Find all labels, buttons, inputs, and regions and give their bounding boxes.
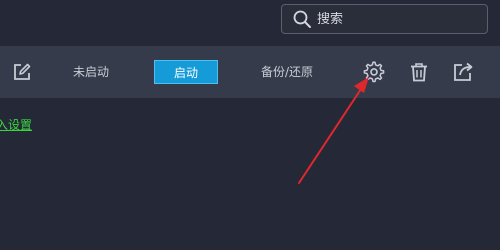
trash-icon[interactable] — [407, 60, 431, 84]
search-icon[interactable] — [291, 8, 313, 30]
search-box[interactable] — [281, 4, 488, 34]
gear-icon[interactable] — [362, 60, 386, 84]
edit-icon[interactable] — [10, 60, 34, 84]
settings-link[interactable]: 入设置 — [0, 116, 32, 133]
not-started-status: 未启动 — [73, 65, 110, 79]
search-input[interactable] — [317, 11, 477, 27]
toolbar: 未启动 启动 备份/还原 — [0, 46, 500, 98]
start-button[interactable]: 启动 — [154, 60, 218, 84]
backup-restore-button[interactable]: 备份/还原 — [261, 63, 313, 80]
export-icon[interactable] — [451, 60, 475, 84]
main-content: 入设置 — [0, 98, 500, 250]
top-bar — [0, 0, 500, 46]
